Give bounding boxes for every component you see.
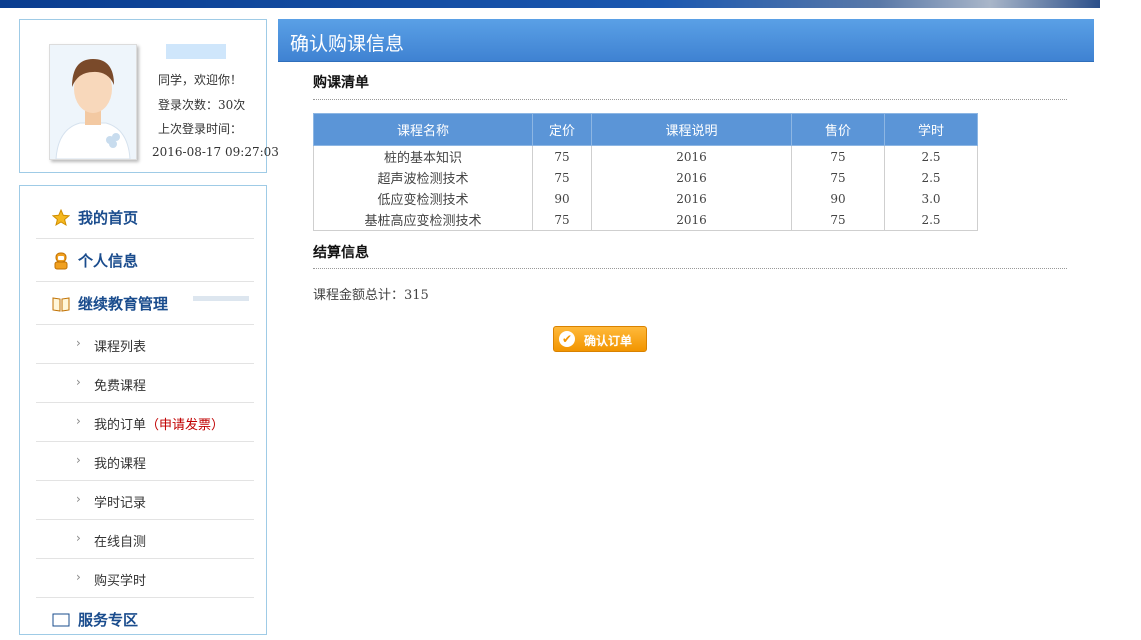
chevron-right-icon: › bbox=[76, 453, 81, 467]
cell-hours: 3.0 bbox=[884, 188, 978, 209]
username-mask bbox=[166, 44, 226, 59]
cell-course-name: 超声波检测技术 bbox=[313, 167, 533, 188]
menu-label-online-test: 在线自测 bbox=[94, 535, 147, 550]
settlement-title: 结算信息 bbox=[313, 245, 369, 261]
menu-label-continuing-edu: 继续教育管理 bbox=[78, 295, 169, 313]
book-icon bbox=[52, 297, 70, 312]
menu-item-personal[interactable]: 个人信息 bbox=[36, 239, 254, 282]
col-list-price: 定价 bbox=[532, 113, 592, 146]
last-login-time: 2016-08-17 09:27:03 bbox=[152, 145, 279, 159]
menu-item-service[interactable]: 服务专区 bbox=[36, 598, 254, 640]
table-row: 低应变检测技术 90 2016 90 3.0 bbox=[313, 188, 978, 209]
purchase-list-title: 购课清单 bbox=[313, 75, 369, 91]
cell-description: 2016 bbox=[591, 209, 792, 231]
table-row: 桩的基本知识 75 2016 75 2.5 bbox=[313, 145, 978, 167]
chevron-right-icon: › bbox=[76, 336, 81, 350]
menu-label-my-courses: 我的课程 bbox=[94, 457, 147, 472]
cell-list-price: 75 bbox=[532, 145, 592, 167]
cell-description: 2016 bbox=[591, 167, 792, 188]
cell-list-price: 75 bbox=[532, 209, 592, 231]
chevron-right-icon: › bbox=[76, 492, 81, 506]
invoice-link[interactable]: （申请发票） bbox=[146, 418, 224, 433]
menu-item-free-courses[interactable]: › 免费课程 bbox=[36, 364, 254, 403]
cell-course-name: 基桩高应变检测技术 bbox=[313, 209, 533, 231]
confirm-order-label: 确认订单 bbox=[584, 334, 633, 348]
cell-description: 2016 bbox=[591, 188, 792, 209]
menu-item-buy-hours[interactable]: › 购买学时 bbox=[36, 559, 254, 598]
menu-label-my-orders: 我的订单（申请发票） bbox=[94, 414, 224, 433]
greeting-text: 同学，欢迎你！ bbox=[158, 73, 243, 87]
cell-sale-price: 75 bbox=[791, 145, 885, 167]
menu-item-hour-records[interactable]: › 学时记录 bbox=[36, 481, 254, 520]
my-orders-text: 我的订单 bbox=[94, 418, 147, 433]
menu-item-my-orders[interactable]: › 我的订单（申请发票） bbox=[36, 403, 254, 442]
user-icon bbox=[54, 252, 68, 270]
login-count: 登录次数：30次 bbox=[158, 98, 246, 112]
list-icon bbox=[52, 613, 70, 627]
menu-label-personal: 个人信息 bbox=[78, 252, 139, 270]
menu-item-my-courses[interactable]: › 我的课程 bbox=[36, 442, 254, 481]
menu-label-free-courses: 免费课程 bbox=[94, 379, 147, 394]
cell-hours: 2.5 bbox=[884, 145, 978, 167]
total-value: 315 bbox=[404, 288, 429, 303]
cell-course-name: 低应变检测技术 bbox=[313, 188, 533, 209]
check-icon: ✔ bbox=[559, 331, 575, 347]
total-amount: 课程金额总计：315 bbox=[313, 284, 429, 303]
col-sale-price: 售价 bbox=[791, 113, 885, 146]
avatar bbox=[49, 44, 137, 160]
cell-sale-price: 75 bbox=[791, 209, 885, 231]
menu-label-home: 我的首页 bbox=[78, 209, 139, 227]
top-banner bbox=[0, 0, 1100, 8]
side-menu: 我的首页 个人信息 继续教育管理 › 课程列表 › 免费课程 › 我的订单（申请… bbox=[19, 185, 267, 635]
total-label: 课程金额总计： bbox=[313, 288, 405, 303]
menu-item-home[interactable]: 我的首页 bbox=[36, 196, 254, 239]
chevron-right-icon: › bbox=[76, 570, 81, 584]
cell-sale-price: 90 bbox=[791, 188, 885, 209]
divider bbox=[313, 99, 1067, 100]
divider bbox=[313, 268, 1067, 269]
cell-course-name: 桩的基本知识 bbox=[313, 145, 533, 167]
menu-item-online-test[interactable]: › 在线自测 bbox=[36, 520, 254, 559]
cell-list-price: 75 bbox=[532, 167, 592, 188]
cell-sale-price: 75 bbox=[791, 167, 885, 188]
page-title: 确认购课信息 bbox=[290, 33, 405, 55]
menu-item-course-list[interactable]: › 课程列表 bbox=[36, 325, 254, 364]
menu-label-course-list: 课程列表 bbox=[94, 340, 147, 355]
course-table: 课程名称 定价 课程说明 售价 学时 桩的基本知识 75 2016 75 2.5… bbox=[313, 113, 978, 231]
cell-hours: 2.5 bbox=[884, 209, 978, 231]
cell-list-price: 90 bbox=[532, 188, 592, 209]
menu-label-hour-records: 学时记录 bbox=[94, 496, 147, 511]
cell-hours: 2.5 bbox=[884, 167, 978, 188]
table-header-row: 课程名称 定价 课程说明 售价 学时 bbox=[313, 113, 978, 146]
chevron-right-icon: › bbox=[76, 375, 81, 389]
cell-description: 2016 bbox=[591, 145, 792, 167]
confirm-order-button[interactable]: ✔ 确认订单 bbox=[553, 326, 647, 352]
chevron-right-icon: › bbox=[76, 531, 81, 545]
last-login-label: 上次登录时间： bbox=[158, 122, 243, 136]
chevron-right-icon: › bbox=[76, 414, 81, 428]
star-icon bbox=[52, 209, 70, 227]
profile-card: 同学，欢迎你！ 登录次数：30次 上次登录时间： 2016-08-17 09:2… bbox=[19, 19, 279, 173]
col-hours: 学时 bbox=[884, 113, 978, 146]
col-description: 课程说明 bbox=[591, 113, 792, 146]
menu-label-service: 服务专区 bbox=[78, 611, 139, 629]
decorative-bar bbox=[193, 296, 249, 301]
page-header: 确认购课信息 bbox=[278, 19, 1094, 62]
table-row: 超声波检测技术 75 2016 75 2.5 bbox=[313, 167, 978, 188]
col-course-name: 课程名称 bbox=[313, 113, 533, 146]
menu-label-buy-hours: 购买学时 bbox=[94, 574, 147, 589]
table-row: 基桩高应变检测技术 75 2016 75 2.5 bbox=[313, 209, 978, 231]
menu-item-continuing-edu[interactable]: 继续教育管理 bbox=[36, 282, 254, 325]
